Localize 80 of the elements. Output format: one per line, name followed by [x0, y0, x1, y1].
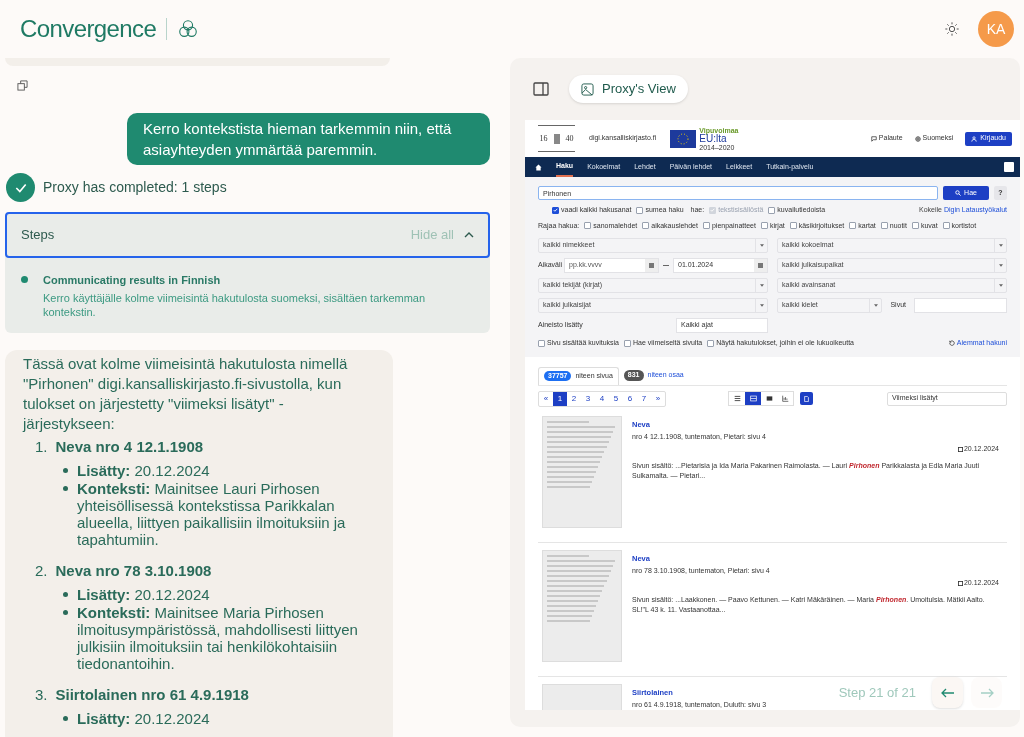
step-title: Communicating results in Finnish [43, 273, 222, 288]
page-button[interactable]: 3 [581, 391, 595, 406]
speech-bubble-icon [870, 135, 877, 142]
home-icon[interactable] [535, 163, 542, 171]
page-button[interactable]: 7 [637, 391, 651, 406]
pages-field[interactable] [914, 298, 1007, 313]
history-icon [948, 340, 955, 347]
page-button[interactable]: 6 [623, 391, 637, 406]
calendar-icon [649, 263, 654, 268]
list-view-icon [733, 395, 741, 402]
eu-flag-icon [670, 129, 697, 148]
eu-title: EU:lta [699, 133, 727, 144]
copy-icon[interactable] [17, 80, 28, 91]
arrow-right-icon [979, 687, 994, 698]
status-text: Proxy has completed: 1 steps [43, 178, 227, 197]
result-title: Siirtolainen nro 61 4.9.1918 [55, 684, 249, 705]
detail-text: Konteksti: Mainitsee Maria Pirhosen ilmoitusympäristössä, mahdollisesti liittyen julkisiin ilmoituksiin tai henkilökohtaisiin tiedonantoihin. [77, 603, 359, 672]
result-title: Neva nro 78 3.10.1908 [55, 560, 212, 581]
page-button[interactable]: « [539, 391, 553, 406]
caret-icon [998, 244, 1003, 247]
library-logo: 16 40 [538, 125, 575, 152]
brightness-icon[interactable] [944, 21, 960, 37]
page-button[interactable]: 4 [595, 391, 609, 406]
previous-step-button[interactable] [932, 677, 963, 708]
detail-text: Konteksti: Mainitsee Lauri Pirhosen yhteisöllisessä kontekstissa Parikkalan alueella, liittyen paikallisiin ilmoituksiin ja tapahtumiin. [77, 479, 347, 548]
pdf-button[interactable] [800, 392, 813, 405]
image-icon [581, 82, 594, 96]
steps-header[interactable]: Steps Hide all [5, 212, 490, 258]
detail-text: Lisätty: 20.12.2024 [77, 585, 210, 603]
caret-icon [759, 284, 764, 287]
checkbox[interactable] [636, 206, 644, 214]
arrow-left-icon [940, 687, 955, 698]
calendar-icon [957, 447, 963, 452]
detail-text: Lisätty: 20.12.2024 [77, 709, 210, 727]
document-icon [804, 395, 809, 402]
caret-icon [998, 284, 1003, 287]
page-button[interactable]: 5 [609, 391, 623, 406]
checkbox[interactable] [849, 222, 857, 230]
checkbox[interactable] [552, 206, 559, 214]
checkbox[interactable] [942, 222, 950, 230]
list-number: 2. [35, 560, 48, 581]
answer-intro: Tässä ovat kolme viimeisintä hakutulosta nimellä "Pirhonen" digi.kansalliskirjasto.fi-sivustolla, kun tulokset on järjestetty "viimeksi lisätyt" -järjestykseen: [23, 353, 349, 434]
proxy-view-button[interactable]: Proxy's View [569, 75, 688, 103]
caret-icon [759, 244, 764, 247]
logo-icon [177, 18, 200, 40]
caret-icon [759, 304, 764, 307]
chart-view-icon [781, 395, 789, 402]
card-view-icon [749, 395, 757, 402]
checkbox[interactable] [584, 222, 592, 230]
chevron-icon [464, 232, 474, 238]
sidebar-toggle-icon[interactable] [533, 82, 549, 96]
list-number: 1. [35, 436, 48, 457]
user-message: Kerro kontekstista hieman tarkemmin niin, että asiayhteyden ymmärtää paremmin. [127, 113, 490, 165]
result-title: Neva nro 4 12.1.1908 [55, 436, 204, 457]
list-number: 3. [35, 684, 48, 705]
checkbox[interactable] [911, 222, 919, 230]
checkbox[interactable] [624, 339, 631, 347]
search-icon [955, 190, 962, 196]
checkbox[interactable] [538, 339, 545, 347]
checkbox[interactable] [789, 222, 797, 230]
checkbox[interactable] [642, 222, 650, 230]
calendar-icon [957, 581, 963, 586]
step-counter: Step 21 of 21 [838, 683, 916, 702]
checkbox[interactable] [768, 206, 776, 214]
checkbox[interactable] [760, 222, 768, 230]
caret-icon [998, 264, 1003, 267]
checkbox[interactable] [880, 222, 888, 230]
page-button[interactable]: 1 [553, 391, 567, 406]
checkbox[interactable] [707, 339, 715, 347]
page-button[interactable]: 2 [567, 391, 581, 406]
detail-text: Lisätty: 20.12.2024 [77, 461, 210, 479]
step-description: Kerro käyttäjälle kolme viimeisintä hakutulosta suomeksi, sisältäen tarkemman kontekstin. [43, 290, 427, 319]
page-button[interactable]: » [651, 391, 665, 406]
user-icon [971, 135, 978, 142]
checkbox[interactable] [702, 222, 710, 230]
globe-icon [914, 135, 921, 142]
calendar-icon [758, 263, 763, 268]
brand-name: Convergence [20, 14, 157, 44]
caret-icon [873, 304, 878, 307]
image-view-icon [765, 395, 773, 402]
